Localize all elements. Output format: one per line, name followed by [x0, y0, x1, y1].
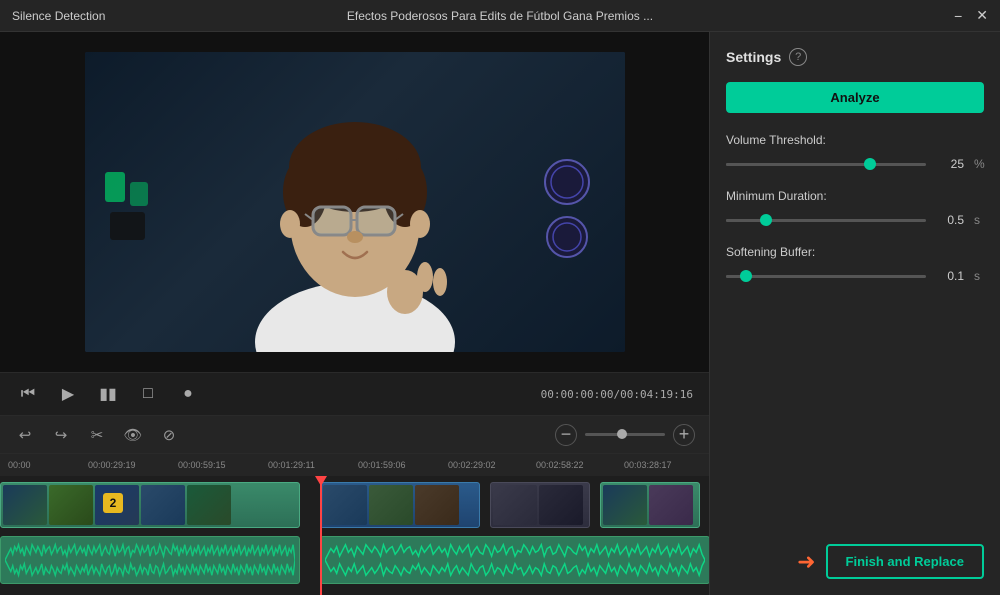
minimum-duration-group: Minimum Duration: 0.5 s [726, 189, 984, 227]
video-title: Efectos Poderosos Para Edits de Fútbol G… [347, 9, 653, 23]
left-panel: ⏮ ▶ ▮▮ □ ● 00:00:00:00/00:04:19:16 ↩ ↪ ✂… [0, 32, 710, 595]
cut-button[interactable]: ✂ [86, 424, 108, 446]
minimize-button[interactable]: − [954, 8, 962, 24]
video-segment-2[interactable] [320, 482, 480, 528]
volume-threshold-value: 25 [936, 157, 964, 171]
main-layout: ⏮ ▶ ▮▮ □ ● 00:00:00:00/00:04:19:16 ↩ ↪ ✂… [0, 32, 1000, 595]
ruler-mark-3: 00:01:29:11 [268, 460, 315, 470]
softening-buffer-group: Softening Buffer: 0.1 s [726, 245, 984, 283]
right-panel: Settings ? Analyze Volume Threshold: 25 … [710, 32, 1000, 595]
zoom-controls: − + [555, 424, 695, 446]
video-segment-3[interactable] [490, 482, 590, 528]
settings-header: Settings ? [726, 48, 984, 66]
person-figure [85, 52, 625, 352]
softening-buffer-slider[interactable] [726, 275, 926, 278]
minimum-duration-thumb[interactable] [760, 214, 772, 226]
softening-buffer-slider-row: 0.1 s [726, 269, 984, 283]
ruler-mark-6: 00:02:58:22 [536, 460, 584, 470]
audio-segment-1[interactable]: // Generate waveform bars inline - we'll… [0, 536, 300, 584]
timeline-ruler: 00:00 00:00:29:19 00:00:59:15 00:01:29:1… [0, 454, 709, 476]
app-title: Silence Detection [12, 9, 105, 23]
audio-track: // Generate waveform bars inline - we'll… [0, 534, 709, 586]
volume-threshold-fill [726, 163, 870, 166]
softening-buffer-label: Softening Buffer: [726, 245, 984, 259]
volume-threshold-thumb[interactable] [864, 158, 876, 170]
finish-and-replace-button[interactable]: Finish and Replace [826, 544, 984, 579]
timeline-tracks: 2 [0, 476, 709, 595]
volume-threshold-label: Volume Threshold: [726, 133, 984, 147]
video-segment-4[interactable] [600, 482, 700, 528]
controls-bar: ⏮ ▶ ▮▮ □ ● 00:00:00:00/00:04:19:16 [0, 372, 709, 416]
video-track: 2 [0, 480, 709, 532]
stop-button[interactable]: ▮▮ [96, 382, 120, 406]
zoom-out-button[interactable]: − [555, 424, 577, 446]
help-icon[interactable]: ? [789, 48, 807, 66]
skip-back-button[interactable]: ⏮ [16, 382, 40, 406]
record-button[interactable]: ● [176, 382, 200, 406]
analyze-button[interactable]: Analyze [726, 82, 984, 113]
ruler-mark-1: 00:00:29:19 [88, 460, 136, 470]
video-segment-1[interactable]: 2 [0, 482, 300, 528]
minimum-duration-value: 0.5 [936, 213, 964, 227]
undo-button[interactable]: ↩ [14, 424, 36, 446]
eye-button[interactable]: 👁 [122, 424, 144, 446]
softening-buffer-unit: s [974, 269, 984, 283]
settings-title: Settings [726, 49, 781, 65]
titlebar: Silence Detection Efectos Poderosos Para… [0, 0, 1000, 32]
minimum-duration-slider[interactable] [726, 219, 926, 222]
ruler-mark-7: 00:03:28:17 [624, 460, 672, 470]
redo-button[interactable]: ↪ [50, 424, 72, 446]
volume-threshold-group: Volume Threshold: 25 % [726, 133, 984, 171]
timecode-display: 00:00:00:00/00:04:19:16 [541, 388, 693, 401]
timeline-area[interactable]: 00:00 00:00:29:19 00:00:59:15 00:01:29:1… [0, 454, 709, 595]
volume-threshold-unit: % [974, 157, 984, 171]
ruler-mark-5: 00:02:29:02 [448, 460, 496, 470]
window-controls: − ✕ [954, 7, 988, 24]
zoom-slider[interactable] [585, 433, 665, 436]
mute-button[interactable]: ⊘ [158, 424, 180, 446]
zoom-in-button[interactable]: + [673, 424, 695, 446]
arrow-icon: ➜ [797, 549, 815, 575]
finish-area: ➜ Finish and Replace [797, 544, 984, 579]
timeline-tools: ↩ ↪ ✂ 👁 ⊘ − + [0, 416, 709, 454]
play-button[interactable]: ▶ [56, 382, 80, 406]
ruler-mark-0: 00:00 [8, 460, 31, 470]
audio-segment-2[interactable] [320, 536, 709, 584]
minimum-duration-label: Minimum Duration: [726, 189, 984, 203]
ruler-mark-2: 00:00:59:15 [178, 460, 226, 470]
minimum-duration-slider-row: 0.5 s [726, 213, 984, 227]
video-container [0, 32, 709, 372]
close-button[interactable]: ✕ [976, 7, 988, 24]
video-preview [85, 52, 625, 352]
softening-buffer-value: 0.1 [936, 269, 964, 283]
loop-button[interactable]: □ [136, 382, 160, 406]
softening-buffer-thumb[interactable] [740, 270, 752, 282]
volume-threshold-slider[interactable] [726, 163, 926, 166]
minimum-duration-unit: s [974, 213, 984, 227]
volume-threshold-slider-row: 25 % [726, 157, 984, 171]
ruler-mark-4: 00:01:59:06 [358, 460, 406, 470]
